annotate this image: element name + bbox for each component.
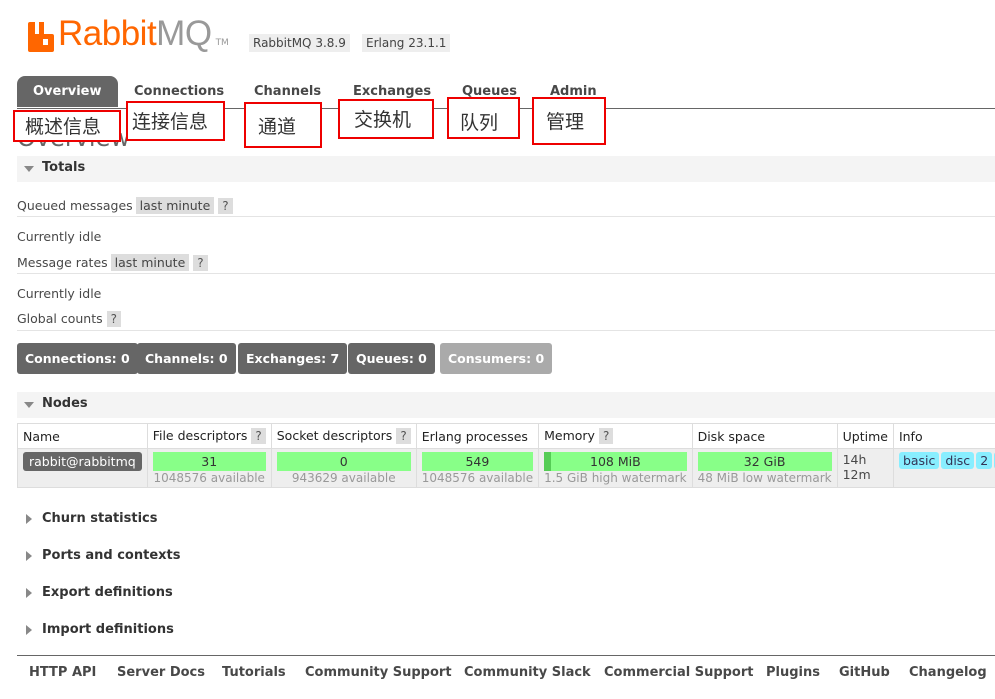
- global-counts-row: Global counts?: [17, 311, 122, 327]
- global-counts-label: Global counts: [17, 311, 103, 326]
- nodes-table: Name File descriptors? Socket descriptor…: [17, 423, 995, 488]
- info-cell: basicdisc2r: [892, 448, 995, 488]
- footer-link-http-api[interactable]: HTTP API: [29, 665, 96, 680]
- erlang-version: Erlang 23.1.1: [362, 34, 451, 52]
- export-definitions-section[interactable]: Export definitions: [17, 585, 173, 600]
- help-button[interactable]: ?: [218, 198, 233, 214]
- col-socket-descriptors: Socket descriptors?: [270, 423, 417, 449]
- totals-section-header[interactable]: Totals: [17, 156, 995, 182]
- node-name-link[interactable]: rabbit@rabbitmq: [23, 452, 142, 471]
- expand-right-icon: [26, 514, 32, 524]
- footer-link-community-slack[interactable]: Community Slack: [464, 665, 591, 680]
- help-button[interactable]: ?: [598, 428, 614, 444]
- help-button[interactable]: ?: [251, 428, 266, 444]
- exchanges-count-badge[interactable]: Exchanges: 7: [238, 343, 348, 374]
- memory-watermark: 1.5 GiB high watermark: [544, 471, 687, 485]
- totals-title: Totals: [42, 160, 86, 175]
- queued-messages-label: Queued messages: [17, 198, 133, 213]
- annotation-admin: 管理: [532, 97, 606, 145]
- message-rates-row: Message rates last minute?: [17, 254, 208, 271]
- footer-link-plugins[interactable]: Plugins: [766, 665, 820, 680]
- footer-link-tutorials[interactable]: Tutorials: [222, 665, 286, 680]
- help-button[interactable]: ?: [396, 428, 411, 444]
- annotation-exchanges: 交换机: [338, 99, 434, 139]
- sd-available: 943629 available: [291, 471, 396, 485]
- info-tag: 2: [976, 452, 993, 469]
- memory-bar: 108 MiB: [544, 452, 687, 471]
- section-label: Churn statistics: [42, 511, 158, 526]
- help-button[interactable]: ?: [193, 255, 208, 271]
- annotation-channels: 通道: [244, 102, 322, 148]
- ports-and-contexts-section[interactable]: Ports and contexts: [17, 548, 180, 563]
- expand-right-icon: [26, 625, 32, 635]
- disk-bar: 32 GiB: [697, 452, 832, 471]
- logo-text: RabbitMQ: [58, 14, 212, 53]
- expand-down-icon: [24, 166, 34, 172]
- footer-link-server-docs[interactable]: Server Docs: [117, 665, 205, 680]
- queued-idle-text: Currently idle: [17, 229, 102, 244]
- footer: HTTP API Server Docs Tutorials Community…: [17, 655, 995, 696]
- divider: [17, 330, 995, 331]
- channels-count-badge[interactable]: Channels: 0: [137, 343, 236, 374]
- col-erlang-processes: Erlang processes: [415, 423, 540, 449]
- queues-count-badge[interactable]: Queues: 0: [348, 343, 435, 374]
- footer-link-changelog[interactable]: Changelog: [909, 665, 987, 680]
- col-name: Name: [17, 423, 148, 449]
- disk-cell: 32 GiB 48 MiB low watermark: [691, 448, 838, 488]
- annotation-connections: 连接信息: [126, 101, 225, 141]
- nodes-title: Nodes: [42, 396, 88, 411]
- info-tag: basic: [898, 452, 940, 469]
- table-row: rabbit@rabbitmq 31 1048576 available 0 9…: [17, 448, 995, 488]
- table-header-row: Name File descriptors? Socket descriptor…: [17, 423, 995, 449]
- memory-cell: 108 MiB 1.5 GiB high watermark: [538, 448, 693, 488]
- col-file-descriptors: File descriptors?: [146, 423, 272, 449]
- footer-link-commercial-support[interactable]: Commercial Support: [604, 665, 754, 680]
- rates-range-selector[interactable]: last minute: [110, 254, 190, 271]
- section-label: Ports and contexts: [42, 548, 181, 563]
- rabbit-logo-icon: [28, 22, 54, 52]
- footer-link-community-support[interactable]: Community Support: [305, 665, 452, 680]
- divider: [17, 273, 995, 274]
- fd-cell: 31 1048576 available: [146, 448, 272, 488]
- expand-right-icon: [26, 551, 32, 561]
- connections-count-badge[interactable]: Connections: 0: [17, 343, 138, 374]
- sd-cell: 0 943629 available: [270, 448, 417, 488]
- tab-overview[interactable]: Overview: [17, 76, 118, 107]
- col-memory: Memory?: [538, 423, 693, 449]
- disk-watermark: 48 MiB low watermark: [697, 471, 832, 485]
- import-definitions-section[interactable]: Import definitions: [17, 622, 174, 637]
- queued-range-selector[interactable]: last minute: [135, 197, 215, 214]
- churn-statistics-section[interactable]: Churn statistics: [17, 511, 158, 526]
- nodes-section-header[interactable]: Nodes: [17, 392, 995, 418]
- section-label: Export definitions: [42, 585, 173, 600]
- trademark: TM: [215, 38, 229, 48]
- section-label: Import definitions: [42, 622, 174, 637]
- rabbitmq-logo[interactable]: RabbitMQ TM: [28, 16, 229, 52]
- uptime-cell: 14h 12m: [836, 448, 894, 488]
- ep-available: 1048576 available: [421, 471, 534, 485]
- sd-bar: 0: [276, 452, 411, 471]
- annotation-queues: 队列: [447, 97, 520, 139]
- queued-messages-row: Queued messages last minute?: [17, 197, 233, 214]
- fd-bar: 31: [152, 452, 266, 471]
- info-tag: disc: [941, 452, 975, 469]
- node-name-cell: rabbit@rabbitmq: [17, 448, 148, 488]
- ep-bar: 549: [421, 452, 534, 471]
- help-button[interactable]: ?: [106, 311, 122, 327]
- expand-down-icon: [24, 402, 34, 408]
- expand-right-icon: [26, 588, 32, 598]
- consumers-count-badge[interactable]: Consumers: 0: [440, 343, 553, 374]
- nodes-table-wrap: Name File descriptors? Socket descriptor…: [17, 423, 995, 489]
- ep-cell: 549 1048576 available: [415, 448, 540, 488]
- fd-available: 1048576 available: [153, 471, 265, 485]
- message-rates-label: Message rates: [17, 255, 108, 270]
- divider: [17, 216, 995, 217]
- col-disk-space: Disk space: [691, 423, 838, 449]
- footer-link-github[interactable]: GitHub: [839, 665, 890, 680]
- rabbitmq-version: RabbitMQ 3.8.9: [249, 34, 350, 52]
- annotation-overview: 概述信息: [13, 110, 121, 142]
- rates-idle-text: Currently idle: [17, 286, 102, 301]
- col-uptime: Uptime: [836, 423, 894, 449]
- col-info: Info: [892, 423, 995, 449]
